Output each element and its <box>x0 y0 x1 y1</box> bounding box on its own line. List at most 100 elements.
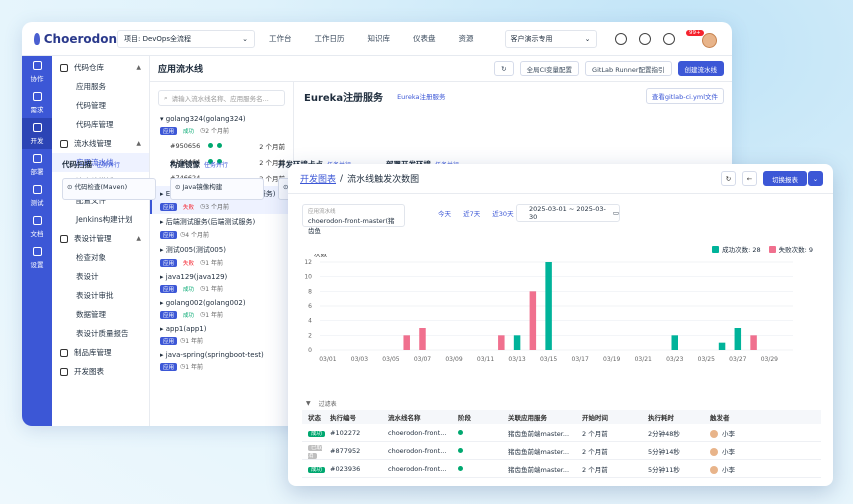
module-deploy[interactable]: 部署 <box>22 149 52 180</box>
pipeline-meta: 应用 失败 ◷ 1 年前 <box>160 258 285 267</box>
gear-icon[interactable] <box>614 32 627 45</box>
pipeline-item[interactable]: ▾ golang324(golang324) 应用 成功 ◷ 2 个月前 <box>150 112 293 138</box>
nav-dashboard[interactable]: 仪表盘 <box>413 33 436 44</box>
chart-legend: 成功次数: 28 失败次数: 9 <box>704 244 813 254</box>
refresh-button[interactable]: ↻ <box>721 171 736 186</box>
cell-run-id[interactable]: #023936 <box>330 465 388 473</box>
module-settings[interactable]: 设置 <box>22 242 52 273</box>
pipeline-name-text: golang002(golang002) <box>165 299 246 307</box>
calendar-icon: ▭ <box>612 209 619 217</box>
x-tick-label: 03/17 <box>572 356 589 363</box>
trigger-bar-chart: 次数 0 2 4 6 8 10 12 03/01 03/03 03/05 03/07 03/09 03/1… <box>304 254 793 363</box>
user-name: 小李 <box>722 429 735 438</box>
table-row[interactable]: 成功 #023936 choerodon-front... 猪齿鱼前端master..… <box>302 460 821 478</box>
breadcrumb-sep: / <box>340 173 344 184</box>
status-badge: 成功 <box>308 430 326 437</box>
pipeline-time: 1 年前 <box>205 312 224 319</box>
table-header: 状态 执行编号 流水线名称 阶段 关联应用服务 开始时间 执行耗时 触发者 <box>302 410 821 424</box>
view-ci-file-button[interactable]: 查看gitlab-ci.yml文件 <box>645 88 724 104</box>
top-bar: Choerodon 项目: DevOps全流程 ⌄ 工作台 工作日历 知识库 仪表… <box>22 22 732 56</box>
report-title: 流水线触发次数图 <box>347 175 420 185</box>
search-input[interactable]: ⌕ 请输入流水线名称、应用服务名... <box>158 90 285 106</box>
nav-resources[interactable]: 资源 <box>459 33 474 44</box>
pipeline-filter-select[interactable]: 应用流水线 choerodon-front-master(猪齿鱼 <box>302 204 405 235</box>
menu-group-pipeline[interactable]: 流水线管理 ▲ <box>52 134 149 153</box>
bell-icon[interactable] <box>662 32 675 45</box>
range-today[interactable]: 今天 <box>438 210 451 218</box>
switch-report-button[interactable]: 切换报表 <box>763 171 807 186</box>
date-range-picker[interactable]: 2025-03-01 ~ 2025-03-30 ▭ <box>516 204 620 222</box>
detail-service-link[interactable]: Eureka注册服务 <box>397 91 445 101</box>
cell-run-id[interactable]: #102272 <box>330 429 388 437</box>
module-dev[interactable]: 开发 <box>22 118 52 149</box>
pipeline-item[interactable]: ▸ app1(app1) 应用 ◷ 1 年前 <box>150 322 293 348</box>
pipeline-item[interactable]: ▸ java129(java129) 应用 成功 ◷ 1 年前 <box>150 270 293 296</box>
module-demand[interactable]: 需求 <box>22 87 52 118</box>
pipeline-time: 2 个月前 <box>205 128 230 135</box>
project-select[interactable]: 项目: DevOps全流程 ⌄ <box>117 29 255 48</box>
legend-ok: 成功次数: 28 <box>722 246 761 254</box>
pipeline-name: ▸ java-spring(springboot-test) <box>160 351 285 359</box>
menu-item-table-design[interactable]: 表设计 <box>52 267 149 286</box>
cell-run-id[interactable]: #877952 <box>330 447 388 455</box>
help-icon[interactable] <box>638 32 651 45</box>
pipeline-stage: 构建镜像 任务并行 ⊙ Java镜像构建 <box>170 159 282 200</box>
module-docs[interactable]: 文档 <box>22 211 52 242</box>
x-tick-label: 03/25 <box>698 356 715 363</box>
create-pipeline-button[interactable]: 创建流水线 <box>677 61 724 76</box>
pipeline-name: ▾ golang324(golang324) <box>160 115 285 123</box>
filter-value: choerodon-front-master(猪齿鱼 <box>308 217 395 235</box>
pipeline-stage: 代码扫描 任务并行 ⊙ 代码检查(Maven) <box>62 159 174 200</box>
pipeline-item[interactable]: ▸ 测试005(测试005) 应用 失败 ◷ 1 年前 <box>150 242 293 270</box>
runner-guide-button[interactable]: GitLab Runner配置指引 <box>585 61 672 76</box>
menu-item-table-approval[interactable]: 表设计审批 <box>52 286 149 305</box>
artifact-icon <box>60 348 68 357</box>
menu-group-repo[interactable]: 代码仓库 ▲ <box>52 58 149 77</box>
run-id: #950656 <box>170 142 201 150</box>
module-test[interactable]: 测试 <box>22 180 52 211</box>
switch-report-dropdown[interactable]: ⌄ <box>808 171 823 186</box>
menu-item-jenkins[interactable]: Jenkins构建计划 <box>52 210 149 229</box>
user-avatar <box>710 429 718 438</box>
global-ci-button[interactable]: 全局CI变量配置 <box>519 61 580 76</box>
chevron-down-icon: ⌄ <box>584 34 591 43</box>
menu-group-dev-chart[interactable]: 开发图表 <box>52 362 149 381</box>
menu-item-check-object[interactable]: 检查对象 <box>52 248 149 267</box>
range-7d[interactable]: 近7天 <box>463 210 480 218</box>
pipeline-item[interactable]: ▸ java-spring(springboot-test) 应用 ◷ 1 年前 <box>150 348 293 374</box>
table-row[interactable]: 已取消 #877952 choerodon-front... 猪齿鱼前端master.… <box>302 442 821 460</box>
detail-title: Eureka注册服务 <box>304 92 384 104</box>
table-filter[interactable]: ▼ 过滤表 <box>302 396 821 410</box>
avatar[interactable] <box>702 33 717 48</box>
pipeline-item[interactable]: ▸ 后端测试服务(后端测试服务) 应用 ◷ 4 个月前 <box>150 214 293 242</box>
pipeline-name: ▸ golang002(golang002) <box>160 299 285 307</box>
nav-knowledge[interactable]: 知识库 <box>368 33 391 44</box>
menu-item-app-service[interactable]: 应用服务 <box>52 77 149 96</box>
stage-job[interactable]: ⊙ Java镜像构建 <box>170 178 264 200</box>
pipeline-meta: 应用 ◷ 1 年前 <box>160 336 285 345</box>
menu-group-table-design[interactable]: 表设计管理 ▲ <box>52 229 149 248</box>
table-row[interactable]: 成功 #102272 choerodon-front... 猪齿鱼前端master..… <box>302 424 821 442</box>
stage-job[interactable]: ⊙ 代码检查(Maven) <box>62 178 156 200</box>
range-30d[interactable]: 近30天 <box>492 210 513 218</box>
user-name: 小李 <box>722 447 735 456</box>
menu-item-data-manage[interactable]: 数据管理 <box>52 305 149 324</box>
nav-calendar[interactable]: 工作日历 <box>315 33 345 44</box>
cell-start-time: 2 个月前 <box>582 429 608 438</box>
org-select[interactable]: 客户演示专用 ⌄ <box>504 29 597 48</box>
run-item[interactable]: #950656 2 个月前 <box>150 138 293 154</box>
y-tick-label: 10 <box>304 274 312 281</box>
menu-item-repo-manage[interactable]: 代码库管理 <box>52 115 149 134</box>
menu-item-quality-report[interactable]: 表设计质量报告 <box>52 324 149 343</box>
legend-fail-swatch <box>768 245 776 253</box>
stage-dot <box>458 465 463 471</box>
refresh-button[interactable]: ↻ <box>494 61 514 76</box>
nav-workbench[interactable]: 工作台 <box>269 33 292 44</box>
menu-item-code[interactable]: 代码管理 <box>52 96 149 115</box>
menu-group-artifact[interactable]: 制品库管理 <box>52 343 149 362</box>
breadcrumb-dev-chart[interactable]: 开发图表 <box>300 172 336 185</box>
status-tag: 失败 <box>183 204 195 211</box>
back-button[interactable]: ← <box>742 171 757 186</box>
module-collab[interactable]: 协作 <box>22 56 52 87</box>
pipeline-item[interactable]: ▸ golang002(golang002) 应用 成功 ◷ 1 年前 <box>150 296 293 322</box>
